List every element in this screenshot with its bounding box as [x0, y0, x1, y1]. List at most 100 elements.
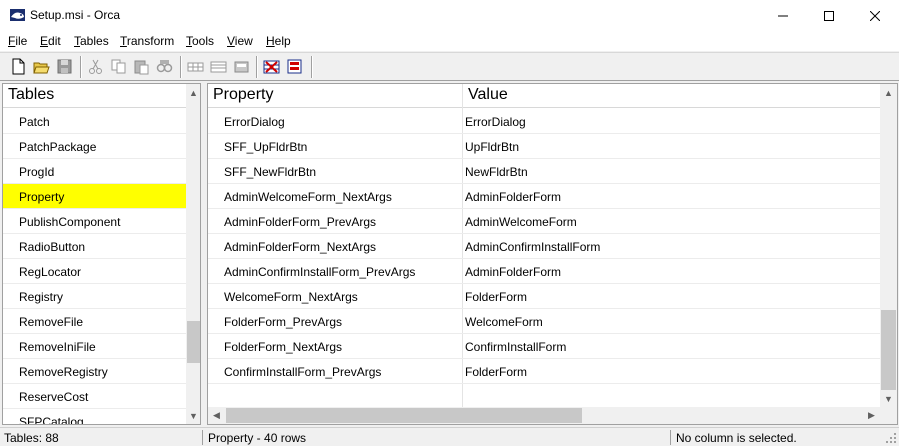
scroll-thumb[interactable] [226, 408, 582, 423]
table-row[interactable]: SFF_UpFldrBtn UpFldrBtn [208, 134, 880, 159]
merge-module-icon[interactable] [286, 58, 303, 75]
table-item[interactable]: Registry [3, 284, 186, 309]
column-header-value[interactable]: Value [463, 84, 880, 108]
table-row[interactable]: AdminWelcomeForm_NextArgs AdminFolderForm [208, 184, 880, 209]
value-cell[interactable]: ErrorDialog [465, 115, 526, 129]
scroll-down-icon[interactable]: ▼ [185, 407, 200, 424]
menu-help[interactable]: Help [266, 34, 291, 48]
table-row[interactable]: SFF_NewFldrBtn NewFldrBtn [208, 159, 880, 184]
table-item[interactable]: RemoveIniFile [3, 334, 186, 359]
table-item-label: ReserveCost [19, 390, 89, 404]
find-icon[interactable] [156, 58, 173, 75]
menu-edit[interactable]: Edit [40, 34, 61, 48]
table-item[interactable]: SFPCatalog [3, 409, 186, 425]
menu-transform-rest: ransform [126, 34, 175, 48]
property-cell[interactable]: AdminConfirmInstallForm_PrevArgs [224, 265, 415, 279]
menu-tools[interactable]: Tools [186, 34, 214, 48]
scroll-down-icon[interactable]: ▼ [880, 390, 897, 407]
new-file-icon[interactable] [10, 58, 27, 75]
tables-list-pane[interactable]: Tables Patch PatchPackage ProgId Property Pu… [2, 83, 201, 425]
window-title: Setup.msi - Orca [30, 8, 121, 22]
table-item[interactable]: ReserveCost [3, 384, 186, 409]
toolbar [0, 52, 899, 81]
scroll-thumb[interactable] [187, 321, 200, 363]
validate-icon[interactable] [263, 58, 280, 75]
menu-view[interactable]: View [227, 34, 253, 48]
scroll-up-icon[interactable]: ▲ [185, 84, 200, 101]
copy-icon[interactable] [110, 58, 127, 75]
table-item[interactable]: RemoveFile [3, 309, 186, 334]
value-cell[interactable]: NewFldrBtn [465, 165, 528, 179]
toolbar-separator [311, 56, 313, 78]
value-cell[interactable]: UpFldrBtn [465, 140, 519, 154]
open-folder-icon[interactable] [33, 58, 50, 75]
table-row[interactable]: ErrorDialog ErrorDialog [208, 109, 880, 134]
column-header-property[interactable]: Property [208, 84, 462, 108]
table-row[interactable]: AdminFolderForm_PrevArgs AdminWelcomeForm [208, 209, 880, 234]
scroll-left-icon[interactable]: ◀ [208, 407, 225, 424]
property-cell[interactable]: ErrorDialog [224, 115, 285, 129]
property-cell[interactable]: WelcomeForm_NextArgs [224, 290, 358, 304]
value-cell[interactable]: AdminConfirmInstallForm [465, 240, 600, 254]
status-bar: Tables: 88 Property - 40 rows No column … [0, 427, 899, 446]
grid-horizontal-scrollbar[interactable]: ◀ ▶ [208, 407, 880, 424]
add-row-icon[interactable] [187, 58, 204, 75]
grid-vertical-scrollbar[interactable]: ▲ ▼ [880, 84, 897, 407]
property-cell[interactable]: SFF_NewFldrBtn [224, 165, 316, 179]
table-item-label: Registry [19, 290, 64, 304]
status-rows-info: Property - 40 rows [208, 431, 307, 445]
maximize-icon [824, 10, 834, 21]
tables-vertical-scrollbar[interactable]: ▲ ▼ [185, 84, 200, 424]
menu-view-hotkey: V [227, 34, 235, 48]
menu-tools-rest: ools [192, 34, 215, 48]
table-row[interactable]: ConfirmInstallForm_PrevArgs FolderForm [208, 359, 880, 384]
property-cell[interactable]: FolderForm_NextArgs [224, 340, 342, 354]
property-cell[interactable]: ConfirmInstallForm_PrevArgs [224, 365, 381, 379]
scroll-up-icon[interactable]: ▲ [880, 84, 897, 101]
table-item[interactable]: PatchPackage [3, 134, 186, 159]
property-cell[interactable]: SFF_UpFldrBtn [224, 140, 307, 154]
table-item-label: SFPCatalog [19, 415, 84, 425]
value-cell[interactable]: AdminFolderForm [465, 190, 561, 204]
drop-row-icon[interactable] [210, 58, 227, 75]
table-item[interactable]: Patch [3, 109, 186, 134]
property-cell[interactable]: AdminFolderForm_NextArgs [224, 240, 376, 254]
value-cell[interactable]: AdminWelcomeForm [465, 215, 577, 229]
property-cell[interactable]: AdminWelcomeForm_NextArgs [224, 190, 392, 204]
table-row[interactable]: AdminConfirmInstallForm_PrevArgs AdminFol… [208, 259, 880, 284]
value-cell[interactable]: ConfirmInstallForm [465, 340, 566, 354]
save-icon[interactable] [56, 58, 73, 75]
table-row[interactable]: FolderForm_NextArgs ConfirmInstallForm [208, 334, 880, 359]
table-row[interactable]: WelcomeForm_NextArgs FolderForm [208, 284, 880, 309]
menu-tables[interactable]: Tables [74, 34, 109, 48]
maximize-button[interactable] [806, 0, 852, 31]
scroll-right-icon[interactable]: ▶ [863, 407, 880, 424]
status-divider [202, 430, 203, 445]
scrollbar-corner [880, 407, 897, 424]
value-cell[interactable]: AdminFolderForm [465, 265, 561, 279]
table-item[interactable]: RegLocator [3, 259, 186, 284]
table-row[interactable]: FolderForm_PrevArgs WelcomeForm [208, 309, 880, 334]
table-properties-icon[interactable] [233, 58, 250, 75]
cut-icon[interactable] [87, 58, 104, 75]
menu-transform[interactable]: Transform [120, 34, 174, 48]
menu-file[interactable]: File [8, 34, 27, 48]
paste-icon[interactable] [133, 58, 150, 75]
table-item[interactable]: Property [3, 184, 186, 209]
property-cell[interactable]: FolderForm_PrevArgs [224, 315, 342, 329]
close-button[interactable] [852, 0, 898, 31]
tables-list-header: Tables [3, 84, 186, 108]
table-item[interactable]: PublishComponent [3, 209, 186, 234]
value-cell[interactable]: WelcomeForm [465, 315, 543, 329]
value-cell[interactable]: FolderForm [465, 290, 527, 304]
table-row[interactable]: AdminFolderForm_NextArgs AdminConfirmInst… [208, 234, 880, 259]
toolbar-separator [256, 56, 258, 78]
scroll-thumb[interactable] [881, 310, 896, 390]
table-item[interactable]: RemoveRegistry [3, 359, 186, 384]
property-cell[interactable]: AdminFolderForm_PrevArgs [224, 215, 376, 229]
table-item[interactable]: RadioButton [3, 234, 186, 259]
table-item[interactable]: ProgId [3, 159, 186, 184]
resize-grip-icon[interactable] [885, 432, 897, 444]
value-cell[interactable]: FolderForm [465, 365, 527, 379]
minimize-button[interactable] [760, 0, 806, 31]
